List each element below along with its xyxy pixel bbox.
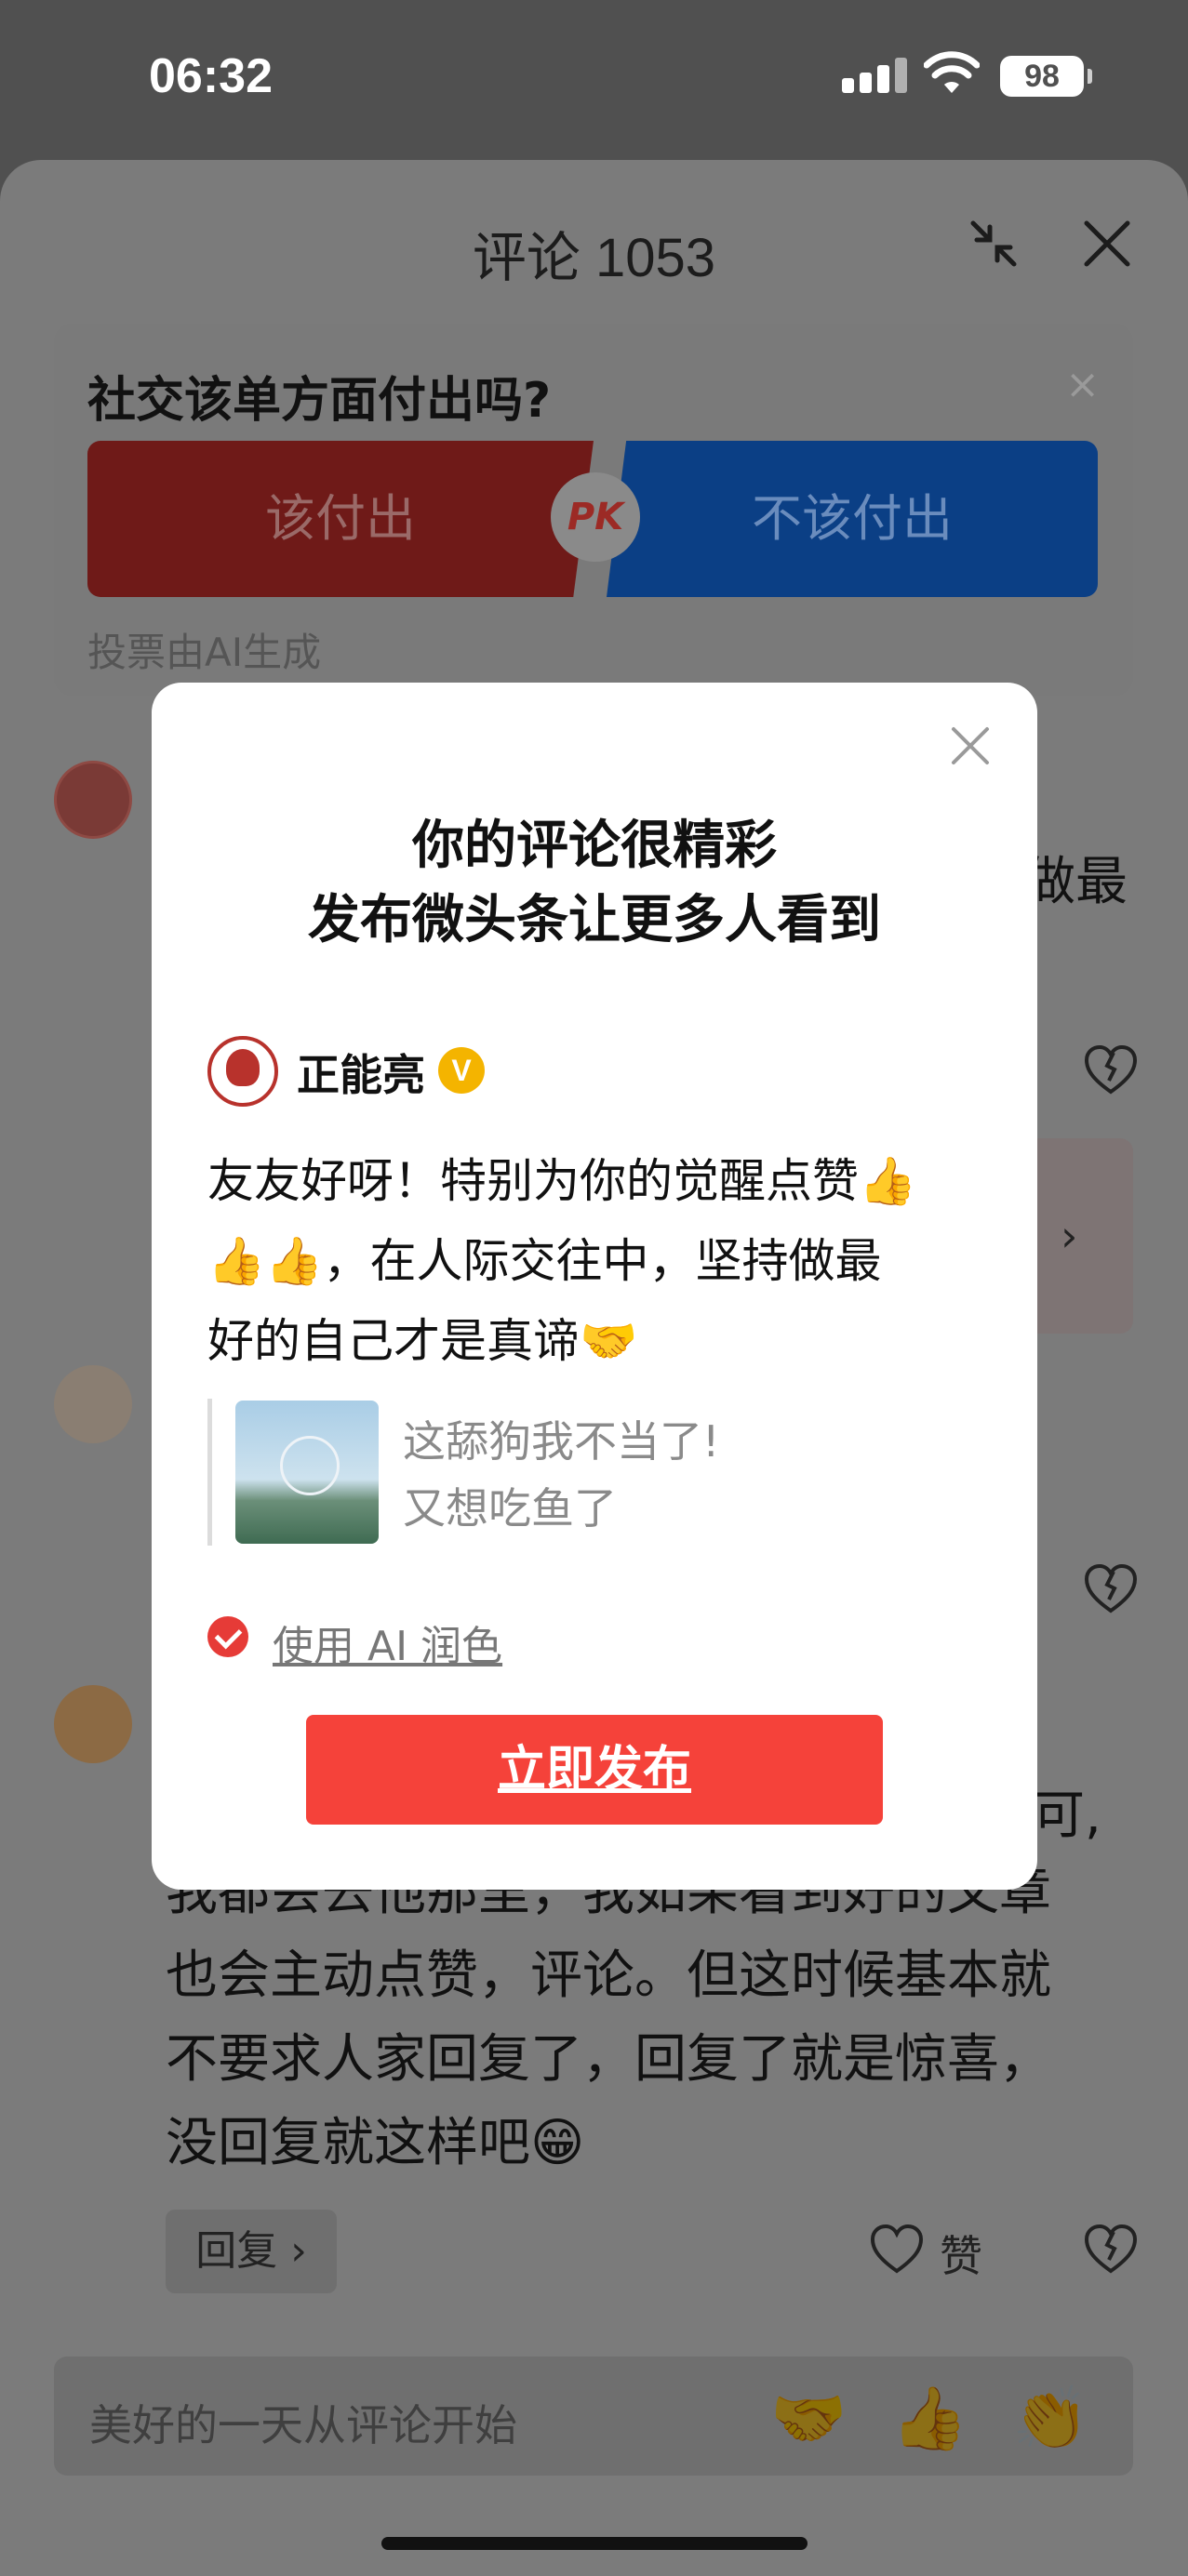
comment-line: 不要求人家回复了，回复了就是惊喜， bbox=[166, 2029, 1051, 2090]
comment-text-fragment: 可, bbox=[1033, 1786, 1101, 1846]
vote-question: 社交该单方面付出吗? bbox=[87, 373, 552, 429]
reply-button[interactable]: 回复 › bbox=[166, 2210, 337, 2293]
vote-yes-button[interactable]: 该付出 bbox=[87, 441, 594, 597]
handshake-emoji-button[interactable]: 🤝 bbox=[770, 2383, 847, 2455]
chevron-right-icon: › bbox=[1061, 1211, 1078, 1261]
vote-no-button[interactable]: 不该付出 bbox=[607, 441, 1098, 597]
link-card[interactable] bbox=[1023, 1138, 1133, 1334]
author-name: 正能亮 bbox=[297, 1050, 425, 1100]
dislike-heart-icon[interactable] bbox=[1083, 2223, 1139, 2275]
ai-polish-checkbox[interactable] bbox=[207, 1616, 248, 1657]
like-heart-icon[interactable] bbox=[869, 2223, 925, 2275]
publish-button[interactable]: 立即发布 bbox=[306, 1715, 883, 1825]
vote-close-icon[interactable]: × bbox=[1065, 361, 1100, 408]
dislike-heart-icon[interactable] bbox=[1083, 1043, 1139, 1095]
close-icon[interactable] bbox=[1081, 218, 1133, 270]
verified-badge-icon: V bbox=[438, 1047, 485, 1094]
popup-close-icon[interactable] bbox=[950, 725, 991, 766]
avatar[interactable] bbox=[54, 1685, 132, 1763]
wifi-icon bbox=[924, 51, 980, 93]
vote-footer: 投票由AI生成 bbox=[87, 630, 322, 675]
avatar[interactable] bbox=[54, 761, 132, 839]
collapse-icon[interactable] bbox=[968, 218, 1020, 270]
home-indicator[interactable] bbox=[381, 2537, 808, 2550]
vote-card: 社交该单方面付出吗? × 该付出 不该付出 PK 投票由AI生成 bbox=[54, 324, 1133, 696]
comment-text-fragment: 做最 bbox=[1023, 852, 1128, 912]
comment-input-placeholder: 美好的一天从评论开始 bbox=[89, 2400, 517, 2450]
comment-input[interactable]: 美好的一天从评论开始 🤝 👍 👏 bbox=[54, 2357, 1133, 2476]
post-text-line: 友友好呀！特别为你的觉醒点赞👍 bbox=[207, 1154, 917, 1208]
status-time: 06:32 bbox=[149, 49, 273, 103]
quote-divider bbox=[207, 1399, 212, 1546]
like-label[interactable]: 赞 bbox=[940, 2223, 982, 2284]
comment-line: 也会主动点赞，评论。但这时候基本就 bbox=[166, 1945, 1051, 2006]
status-bar: 06:32 98 bbox=[0, 0, 1188, 163]
battery-icon: 98 bbox=[1000, 56, 1092, 97]
thumbs-up-emoji-button[interactable]: 👍 bbox=[891, 2383, 968, 2455]
signal-icon bbox=[842, 58, 907, 93]
quoted-text-line1: 这舔狗我不当了! bbox=[403, 1416, 720, 1467]
comment-line: 没回复就这样吧😁 bbox=[166, 2113, 585, 2173]
dislike-heart-icon[interactable] bbox=[1083, 1562, 1139, 1614]
ai-polish-label[interactable]: 使用 AI 润色 bbox=[273, 1613, 502, 1672]
author-avatar bbox=[207, 1036, 278, 1107]
publish-popup: 你的评论很精彩 发布微头条让更多人看到 正能亮 V 友友好呀！特别为你的觉醒点赞… bbox=[152, 683, 1037, 1890]
avatar[interactable] bbox=[54, 1365, 132, 1443]
popup-title-line2: 发布微头条让更多人看到 bbox=[308, 890, 881, 950]
post-text-line: 好的自己才是真谛🤝 bbox=[207, 1314, 638, 1368]
quoted-thumbnail bbox=[235, 1401, 379, 1544]
post-text-line: 👍👍，在人际交往中，坚持做最 bbox=[207, 1234, 882, 1288]
clap-emoji-button[interactable]: 👏 bbox=[1012, 2383, 1088, 2455]
pk-badge: PK bbox=[551, 472, 640, 562]
popup-title-line1: 你的评论很精彩 bbox=[412, 816, 777, 876]
quoted-text-line2: 又想吃鱼了 bbox=[403, 1483, 617, 1534]
